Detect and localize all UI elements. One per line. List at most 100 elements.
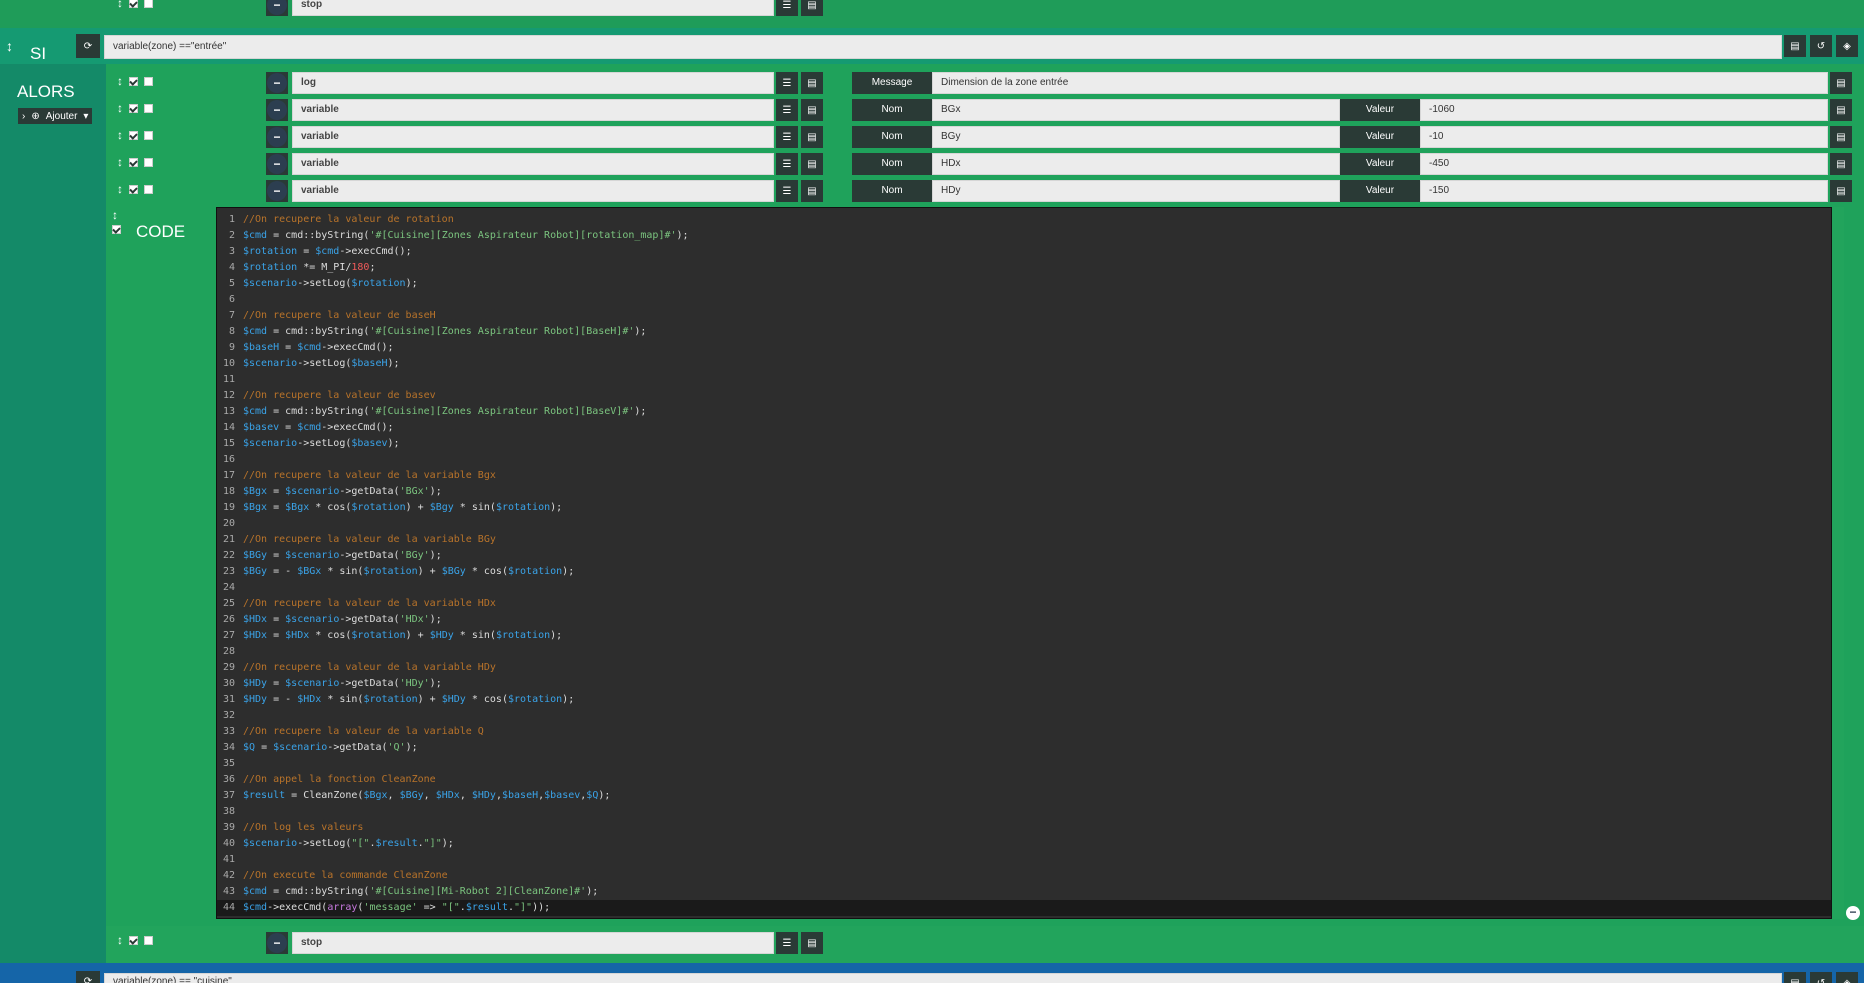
config-icon[interactable]: ▤ [801, 180, 823, 202]
remove-action-button[interactable]: − [266, 153, 288, 175]
parallel-checkbox[interactable] [144, 935, 153, 945]
enable-checkbox[interactable] [129, 103, 138, 113]
name-input[interactable]: HDx [932, 153, 1340, 175]
next-condition-input[interactable]: variable(zone) == "cuisine" [104, 973, 1782, 983]
drag-handle-icon[interactable]: ↕ [117, 101, 123, 115]
message-label: Message [852, 72, 932, 94]
drag-handle-icon[interactable]: ↕ [117, 933, 123, 947]
name-label: Nom [852, 99, 932, 121]
parallel-checkbox[interactable] [144, 184, 153, 194]
value-input[interactable]: -150 [1420, 180, 1828, 202]
config-icon[interactable]: ▤ [801, 153, 823, 175]
drag-handle-icon[interactable]: ↕ [117, 182, 123, 196]
parallel-checkbox[interactable] [144, 76, 153, 86]
condition-cube-icon[interactable]: ◈ [1836, 35, 1858, 57]
action-command-field[interactable]: log [292, 72, 774, 94]
list-icon[interactable]: ☰ [776, 99, 798, 121]
minus-icon: − [267, 154, 287, 174]
code-enable-checkbox[interactable] [112, 225, 121, 234]
line-number: 38 [222, 806, 235, 817]
config-icon[interactable]: ▤ [801, 0, 823, 16]
name-input[interactable]: BGx [932, 99, 1340, 121]
condition-history-icon[interactable]: ↺ [1810, 35, 1832, 57]
name-input[interactable]: HDy [932, 180, 1340, 202]
list-icon[interactable]: ☰ [776, 72, 798, 94]
drag-handle-icon[interactable]: ↕ [117, 128, 123, 142]
drag-handle-icon[interactable]: ↕ [117, 155, 123, 169]
code-drag-handle-icon[interactable]: ↕ [112, 208, 118, 222]
drag-handle-icon[interactable]: ↕ [117, 74, 123, 88]
drag-handle-icon[interactable]: ↕ [117, 0, 123, 10]
list-icon[interactable]: ☰ [776, 153, 798, 175]
action-command-field[interactable]: variable [292, 99, 774, 121]
remove-action-button[interactable]: − [266, 0, 288, 16]
value-config-icon[interactable]: ▤ [1830, 153, 1852, 175]
value-input[interactable]: -450 [1420, 153, 1828, 175]
enable-checkbox[interactable] [129, 935, 138, 945]
parallel-checkbox[interactable] [144, 0, 153, 8]
refresh-icon[interactable]: ⟳ [76, 34, 100, 58]
code-line: 44 $cmd->execCmd(array('message' => "[".$… [217, 900, 1831, 916]
minus-icon: − [267, 933, 287, 953]
line-number: 32 [222, 710, 235, 721]
remove-action-button[interactable]: − [266, 180, 288, 202]
code-line: 10 $scenario->setLog($baseH); [217, 356, 1831, 372]
list-icon[interactable]: ☰ [776, 932, 798, 954]
list-icon[interactable]: ☰ [776, 180, 798, 202]
value-config-icon[interactable]: ▤ [1830, 72, 1852, 94]
si-drag-handle-icon[interactable]: ↕ [6, 38, 13, 54]
line-number: 31 [222, 694, 235, 705]
line-number: 25 [222, 598, 235, 609]
remove-code-button[interactable]: − [1846, 906, 1860, 920]
list-icon[interactable]: ☰ [776, 0, 798, 16]
value-input[interactable]: -10 [1420, 126, 1828, 148]
name-label: Nom [852, 180, 932, 202]
code-line: 30 $HDy = $scenario->getData('HDy'); [217, 676, 1831, 692]
line-number: 8 [228, 326, 235, 337]
condition-config-icon[interactable]: ▤ [1784, 35, 1806, 57]
remove-action-button[interactable]: − [266, 72, 288, 94]
name-input[interactable]: BGy [932, 126, 1340, 148]
message-input[interactable]: Dimension de la zone entrée [932, 72, 1828, 94]
add-dropdown-button[interactable]: › ⊕ Ajouter ▾ [18, 108, 93, 124]
line-number: 15 [222, 438, 235, 449]
code-text: //On execute la commande CleanZone [243, 870, 448, 881]
value-config-icon[interactable]: ▤ [1830, 180, 1852, 202]
remove-action-button[interactable]: − [266, 932, 288, 954]
config-icon[interactable]: ▤ [801, 99, 823, 121]
action-command-field[interactable]: variable [292, 180, 774, 202]
config-icon[interactable]: ▤ [801, 72, 823, 94]
caret-down-icon: ▾ [83, 110, 89, 122]
enable-checkbox[interactable] [129, 184, 138, 194]
remove-action-button[interactable]: − [266, 99, 288, 121]
action-command-field[interactable]: stop [292, 932, 774, 954]
refresh-icon[interactable]: ⟳ [76, 971, 100, 983]
value-config-icon[interactable]: ▤ [1830, 99, 1852, 121]
action-command-field[interactable]: variable [292, 153, 774, 175]
enable-checkbox[interactable] [129, 130, 138, 140]
config-icon[interactable]: ▤ [801, 126, 823, 148]
condition-cube-icon[interactable]: ◈ [1836, 972, 1858, 983]
enable-checkbox[interactable] [129, 0, 138, 8]
value-config-icon[interactable]: ▤ [1830, 126, 1852, 148]
code-line: 13 $cmd = cmd::byString('#[Cuisine][Zones… [217, 404, 1831, 420]
enable-checkbox[interactable] [129, 76, 138, 86]
list-icon[interactable]: ☰ [776, 126, 798, 148]
parallel-checkbox[interactable] [144, 130, 153, 140]
action-command-field[interactable]: variable [292, 126, 774, 148]
condition-history-icon[interactable]: ↺ [1810, 972, 1832, 983]
parallel-checkbox[interactable] [144, 157, 153, 167]
parallel-checkbox[interactable] [144, 103, 153, 113]
code-editor[interactable]: 1 //On recupere la valeur de rotation 2 $cm… [216, 207, 1832, 919]
enable-checkbox[interactable] [129, 157, 138, 167]
line-number: 26 [222, 614, 235, 625]
code-text: $scenario->setLog("[".$result."]"); [243, 838, 454, 849]
condition-input[interactable]: variable(zone) =="entrée" [104, 35, 1782, 59]
value-input[interactable]: -1060 [1420, 99, 1828, 121]
condition-config-icon[interactable]: ▤ [1784, 972, 1806, 983]
remove-action-button[interactable]: − [266, 126, 288, 148]
action-command-field[interactable]: stop [292, 0, 774, 16]
config-icon[interactable]: ▤ [801, 932, 823, 954]
